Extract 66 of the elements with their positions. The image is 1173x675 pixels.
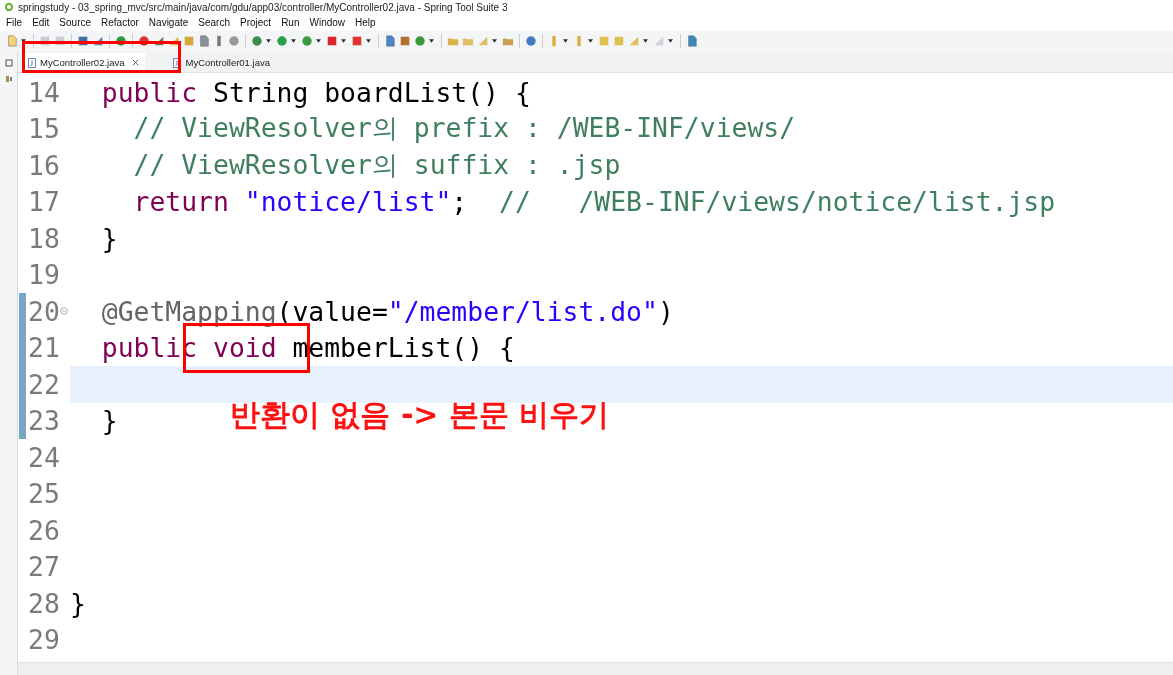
code-token: // /WEB-INF/views/notice/list.jsp [499, 186, 1056, 218]
code-token: return [132, 186, 230, 218]
line-number: 23 [28, 405, 60, 437]
line-number: 25 [28, 478, 60, 510]
menu-item[interactable]: Help [355, 17, 376, 28]
line-number: 18 [28, 222, 60, 254]
line-number: 27 [28, 551, 60, 583]
window-title: springstudy - 03_spring_mvc/src/main/java/com/gdu/app03/controller/MyController02.java - Spring Tool Suite 3 [18, 1, 508, 13]
code-token: String boardList() { [212, 76, 531, 108]
dropdown-caret-icon[interactable] [429, 39, 434, 43]
dropdown-caret-icon[interactable] [588, 39, 593, 43]
new-class-icon[interactable] [384, 35, 396, 47]
line-number: 16 [28, 149, 60, 181]
dropdown-caret-icon[interactable] [341, 39, 346, 43]
dropdown-caret-icon[interactable] [492, 39, 497, 43]
close-icon[interactable] [132, 59, 140, 66]
dropdown-caret-icon[interactable] [316, 39, 321, 43]
folder-icon[interactable] [502, 35, 514, 47]
dropdown-caret-icon[interactable] [266, 39, 271, 43]
code-token: "/member/list.do" [387, 295, 658, 327]
restore-icon[interactable] [4, 59, 13, 67]
code-token: ; [451, 186, 469, 218]
code-token: } [70, 587, 86, 619]
dropdown-caret-icon[interactable] [668, 39, 673, 43]
menu-item[interactable]: Search [198, 17, 230, 28]
menu-item[interactable]: Edit [32, 17, 50, 28]
line-number: 22 [28, 368, 60, 400]
dropdown-caret-icon[interactable] [21, 39, 26, 43]
code-token: ) [657, 295, 674, 327]
menu-item[interactable]: File [6, 17, 23, 28]
line-number: 24 [28, 441, 60, 473]
menu-item[interactable]: Window [309, 17, 346, 28]
menu-item[interactable]: Refactor [101, 17, 139, 28]
dropdown-caret-icon[interactable] [366, 39, 371, 43]
code-token: public [100, 76, 198, 108]
line-number: 21 [28, 332, 60, 364]
horizontal-scrollbar[interactable] [18, 662, 1173, 675]
line-number: 15 [28, 113, 60, 145]
dropdown-caret-icon[interactable] [563, 39, 568, 43]
menu-item[interactable]: Project [240, 17, 272, 28]
editor-tab[interactable]: MyController01.java [167, 53, 276, 72]
line-number: 20 [28, 295, 60, 327]
line-number: 14 [28, 76, 60, 108]
dropdown-caret-icon[interactable] [291, 39, 296, 43]
code-token: "notice/list" [244, 186, 452, 218]
code-token: // ViewResolver의 prefix : /WEB-INF/views/ [132, 112, 796, 144]
line-number: 28 [28, 587, 60, 619]
code-token: void [213, 332, 277, 364]
annotation-note: 반환이 없음 -> 본문 비우기 [230, 396, 610, 434]
line-number: 19 [28, 259, 60, 291]
line-number: 26 [28, 514, 60, 546]
menu-item[interactable]: Navigate [148, 17, 189, 28]
code-token: @GetMapping [100, 295, 277, 327]
outline-icon[interactable] [4, 75, 13, 83]
menu-item[interactable]: Run [281, 17, 300, 28]
line-number: 29 [28, 624, 60, 656]
line-number: 17 [28, 186, 60, 218]
dropdown-caret-icon[interactable] [643, 39, 648, 43]
stop-icon[interactable] [326, 35, 338, 47]
document-icon[interactable] [198, 35, 210, 47]
code-token: } [100, 222, 118, 254]
code-token: (value= [276, 295, 388, 327]
code-token: // ViewResolver의 suffix : .jsp [132, 148, 621, 180]
java-file-icon [28, 57, 36, 68]
code-token: } [100, 405, 118, 437]
menu-item[interactable]: Source [59, 17, 92, 28]
